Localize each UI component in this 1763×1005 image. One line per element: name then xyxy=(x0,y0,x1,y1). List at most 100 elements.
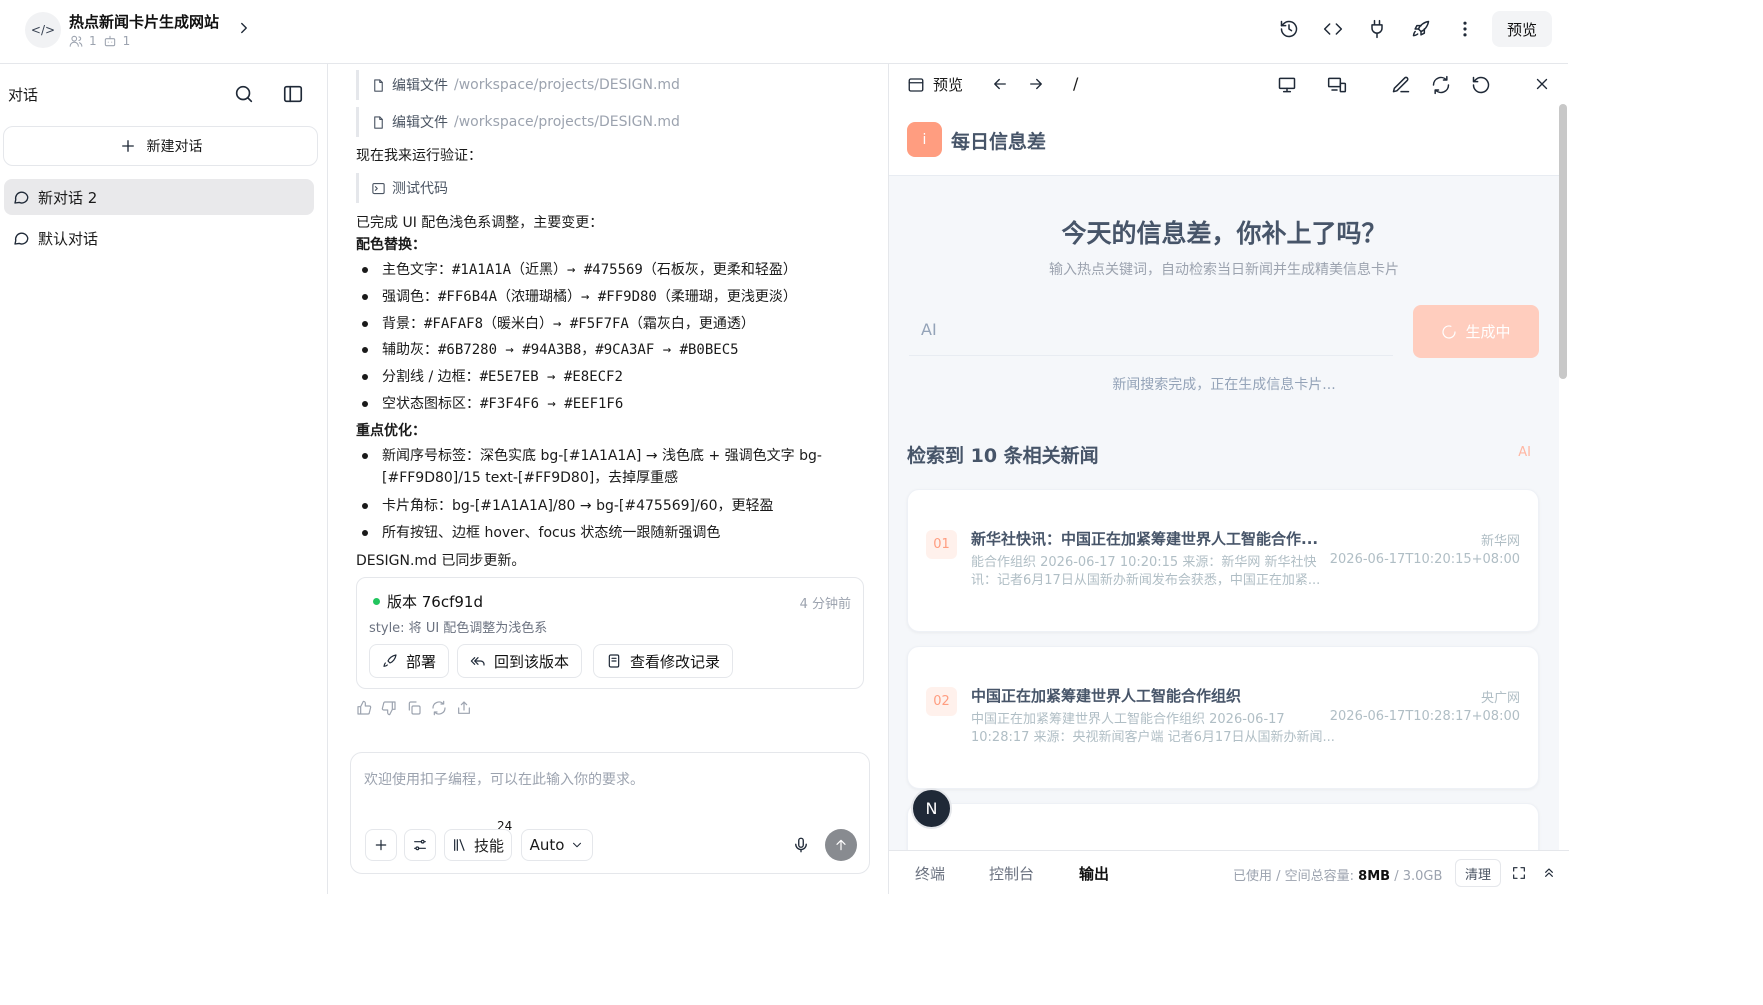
preview-tab[interactable]: 预览 xyxy=(907,74,963,95)
rollback-button[interactable]: 回到该版本 xyxy=(457,644,583,678)
news-date: 2026-06-17T10:20:15+08:00 xyxy=(1329,552,1520,567)
run-verify-text: 现在我来运行验证： xyxy=(356,148,482,164)
tool-call-label: 编辑文件 xyxy=(392,115,448,131)
news-card[interactable]: 01 新华社快讯：中国正在加紧筹建世界人工智能合作... 能合作组织 2026-… xyxy=(907,489,1539,632)
edit-icon[interactable] xyxy=(1391,75,1411,95)
chat-bubble-icon xyxy=(14,191,29,204)
preview-button[interactable]: 预览 xyxy=(1492,11,1552,47)
document-icon xyxy=(608,654,620,668)
color-item: 辅助灰：#6B7280 → #94A3B8，#9CA3AF → #B0BEC5 xyxy=(362,339,862,361)
color-item: 背景：#FAFAF8（暖米白）→ #F5F7FA（霜灰白，更通透） xyxy=(362,313,862,335)
tab-console[interactable]: 控制台 xyxy=(989,863,1034,884)
deploy-button[interactable]: 部署 xyxy=(369,644,450,678)
fullscreen-icon[interactable] xyxy=(1511,865,1527,881)
browser-window-icon xyxy=(908,77,924,92)
library-icon xyxy=(454,839,465,851)
preview-scrollbar[interactable] xyxy=(1559,104,1567,379)
microphone-icon[interactable] xyxy=(792,836,810,854)
bottom-panel-bar: 终端 控制台 输出 已使用 / 空间总容量: 8MB / 3.0GB 清理 xyxy=(889,850,1569,894)
preview-toolbar: 预览 / xyxy=(889,64,1569,104)
refresh-icon[interactable] xyxy=(1431,75,1451,95)
test-label: 测试代码 xyxy=(392,181,448,197)
optimize-heading: 重点优化： xyxy=(356,423,426,439)
site-name: 每日信息差 xyxy=(951,131,1047,153)
rocket-icon xyxy=(383,654,397,667)
history-icon[interactable] xyxy=(1278,18,1300,40)
members-count: 1 xyxy=(89,34,97,48)
results-title: 检索到 10 条相关新闻 xyxy=(907,445,1099,467)
news-card[interactable] xyxy=(907,803,1539,850)
optimize-item: 新闻序号标签：深色实底 bg-[#1A1A1A] → 浅色底 + 强调色文字 b… xyxy=(362,445,862,489)
conversation-item-active[interactable]: 新对话 2 xyxy=(4,179,314,215)
more-vertical-icon[interactable] xyxy=(1454,18,1476,40)
project-title[interactable]: 热点新闻卡片生成网站 xyxy=(69,11,219,32)
view-history-button[interactable]: 查看修改记录 xyxy=(593,644,734,678)
sidebar-toggle-icon[interactable] xyxy=(282,83,304,105)
reload-icon[interactable] xyxy=(1471,75,1491,95)
conversation-item[interactable]: 默认对话 xyxy=(4,220,314,256)
file-icon xyxy=(374,115,383,129)
sliders-icon xyxy=(414,839,426,851)
arrow-right-icon[interactable] xyxy=(1027,75,1045,93)
chevron-right-icon[interactable] xyxy=(235,19,253,37)
send-button[interactable] xyxy=(825,829,857,861)
close-icon[interactable] xyxy=(1533,75,1551,93)
arrow-up-icon xyxy=(836,839,846,851)
chevrons-up-icon[interactable] xyxy=(1541,865,1557,881)
responsive-devices-icon[interactable] xyxy=(1327,75,1347,95)
design-synced-text: DESIGN.md 已同步更新。 xyxy=(356,553,526,569)
tab-output[interactable]: 输出 xyxy=(1079,863,1109,884)
tool-call-edit-file[interactable]: 编辑文件 /workspace/projects/DESIGN.md xyxy=(356,107,680,137)
conversation-label: 默认对话 xyxy=(38,229,99,248)
arrow-left-icon[interactable] xyxy=(991,75,1009,93)
rocket-icon[interactable] xyxy=(1410,18,1432,40)
composer[interactable]: 欢迎使用扣子编程，可以在此输入你的要求。 24 技能 Auto xyxy=(350,752,870,874)
tab-terminal[interactable]: 终端 xyxy=(915,863,945,884)
status-text: 新闻搜索完成，正在生成信息卡片... xyxy=(1112,377,1336,393)
search-icon[interactable] xyxy=(233,83,255,105)
attach-button[interactable] xyxy=(365,829,397,861)
mode-select[interactable]: Auto xyxy=(521,829,593,861)
news-title: 新华社快讯：中国正在加紧筹建世界人工智能合作... xyxy=(971,530,1319,548)
color-heading: 配色替换： xyxy=(356,237,426,253)
preview-path[interactable]: / xyxy=(1073,74,1078,93)
preview-panel: 预览 / i 每日信息差 今天的信息差，你补上了吗？ 输入热点关键词，自动检索当… xyxy=(888,64,1569,894)
clear-button[interactable]: 清理 xyxy=(1455,859,1501,887)
settings-button[interactable] xyxy=(404,829,436,861)
thumbs-down-icon[interactable] xyxy=(381,700,397,716)
news-summary: 能合作组织 2026-06-17 10:20:15 来源：新华网 新华社快讯：记… xyxy=(971,555,1321,588)
plus-icon xyxy=(121,140,134,152)
skills-button[interactable]: 技能 xyxy=(444,829,512,861)
floating-badge[interactable]: N xyxy=(911,788,952,829)
news-card[interactable]: 02 中国正在加紧筹建世界人工智能合作组织 中国正在加紧筹建世界人工智能合作组织… xyxy=(907,646,1539,789)
composer-input[interactable]: 欢迎使用扣子编程，可以在此输入你的要求。 xyxy=(364,769,644,789)
project-code-icon[interactable]: </> xyxy=(25,12,61,48)
project-meta: 1 1 xyxy=(69,34,130,48)
keyword-input[interactable]: AI xyxy=(909,304,1393,356)
new-chat-label: 新建对话 xyxy=(146,139,203,155)
copy-icon[interactable] xyxy=(406,700,422,716)
tool-call-path: /workspace/projects/DESIGN.md xyxy=(454,77,680,93)
thumbs-up-icon[interactable] xyxy=(356,700,372,716)
news-number: 02 xyxy=(926,687,957,716)
users-icon xyxy=(69,35,83,47)
conversation-label: 新对话 2 xyxy=(38,188,98,207)
plug-icon[interactable] xyxy=(1366,18,1388,40)
tool-call-edit-file[interactable]: 编辑文件 /workspace/projects/DESIGN.md xyxy=(356,70,680,100)
code-icon[interactable] xyxy=(1322,18,1344,40)
share-icon[interactable] xyxy=(456,700,472,716)
tool-call-test[interactable]: 测试代码 xyxy=(356,173,448,203)
generate-button[interactable]: 生成中 xyxy=(1413,305,1539,358)
tool-call-path: /workspace/projects/DESIGN.md xyxy=(454,114,680,130)
monitor-icon[interactable] xyxy=(1277,75,1297,95)
sidebar: 对话 新建对话 新对话 2 默认对话 xyxy=(0,64,328,894)
version-time: 4 分钟前 xyxy=(799,597,851,612)
optimize-item: 所有按钮、边框 hover、focus 状态统一跟随新强调色 xyxy=(362,522,862,544)
new-chat-button[interactable]: 新建对话 xyxy=(3,126,318,166)
color-item: 强调色：#FF6B4A（浓珊瑚橘）→ #FF9D80（柔珊瑚，更浅更淡） xyxy=(362,286,862,308)
summary-intro: 已完成 UI 配色浅色系调整，主要变更： xyxy=(356,215,604,231)
hero-subtitle: 输入热点关键词，自动检索当日新闻并生成精美信息卡片 xyxy=(1049,262,1399,278)
preview-tab-label: 预览 xyxy=(933,76,964,94)
refresh-icon[interactable] xyxy=(431,700,447,716)
mode-label: Auto xyxy=(529,836,565,854)
